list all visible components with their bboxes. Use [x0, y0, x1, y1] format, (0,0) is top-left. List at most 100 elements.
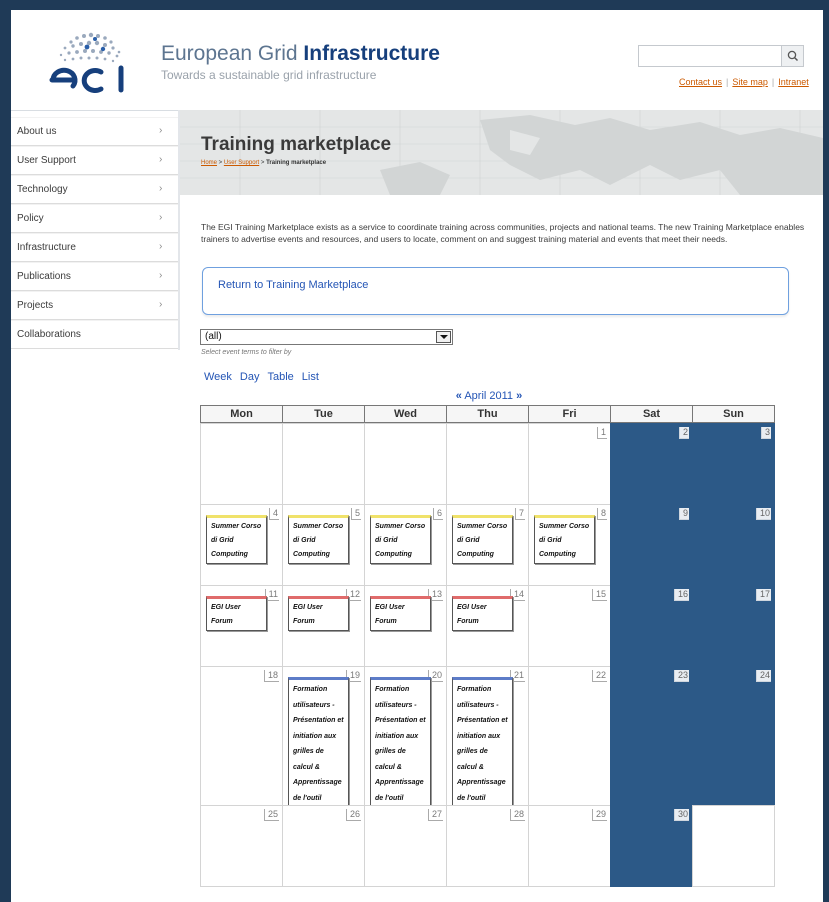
- calendar-event[interactable]: Summer Corso di Grid Computing: [452, 515, 513, 564]
- calendar-day-27[interactable]: 27: [364, 805, 447, 887]
- sidebar-item-user-support[interactable]: User Support ›: [11, 146, 178, 175]
- calendar-event[interactable]: Summer Corso di Grid Computing: [370, 515, 431, 564]
- calendar-day-19[interactable]: 19 Formation utilisateurs - Présentation …: [282, 666, 365, 824]
- calendar-day-4[interactable]: 4 Summer Corso di Grid Computing: [200, 504, 283, 586]
- month-label: April 2011: [464, 390, 514, 402]
- sidebar-item-policy[interactable]: Policy ›: [11, 204, 178, 233]
- day-number[interactable]: 10: [755, 508, 771, 520]
- day-number[interactable]: 2: [678, 427, 689, 439]
- calendar-event[interactable]: EGI User Forum: [206, 596, 267, 631]
- calendar-event[interactable]: EGI User Forum: [452, 596, 513, 631]
- day-number[interactable]: 27: [427, 809, 443, 821]
- calendar-day-6[interactable]: 6 Summer Corso di Grid Computing: [364, 504, 447, 586]
- calendar-day-16[interactable]: 16: [610, 585, 693, 667]
- day-number[interactable]: 15: [591, 589, 607, 601]
- sitemap-link[interactable]: Site map: [732, 77, 768, 87]
- day-number[interactable]: 29: [591, 809, 607, 821]
- calendar-day-1[interactable]: 1: [528, 423, 611, 505]
- calendar-event[interactable]: EGI User Forum: [288, 596, 349, 631]
- calendar-day-13[interactable]: 13 EGI User Forum: [364, 585, 447, 667]
- egi-logo[interactable]: [41, 28, 141, 98]
- day-number[interactable]: 26: [345, 809, 361, 821]
- calendar-day-9[interactable]: 9: [610, 504, 693, 586]
- calendar-day-3[interactable]: 3: [692, 423, 775, 505]
- calendar-day-8[interactable]: 8 Summer Corso di Grid Computing: [528, 504, 611, 586]
- day-number[interactable]: 25: [263, 809, 279, 821]
- day-number[interactable]: 9: [678, 508, 689, 520]
- calendar-day-28[interactable]: 28: [446, 805, 529, 887]
- search-button[interactable]: [782, 45, 804, 67]
- calendar-day-10[interactable]: 10: [692, 504, 775, 586]
- calendar-day-20[interactable]: 20 Formation utilisateurs - Présentation …: [364, 666, 447, 824]
- event-filter-select[interactable]: (all): [200, 329, 453, 345]
- view-day-link[interactable]: Day: [240, 371, 260, 383]
- sidebar-item-publications[interactable]: Publications ›: [11, 262, 178, 291]
- day-number[interactable]: 28: [509, 809, 525, 821]
- intranet-link[interactable]: Intranet: [778, 77, 809, 87]
- calendar-view-switcher: Week Day Table List: [204, 371, 327, 383]
- next-month-button[interactable]: »: [516, 390, 522, 402]
- calendar-day-18[interactable]: 18: [200, 666, 283, 806]
- calendar-day-26[interactable]: 26: [282, 805, 365, 887]
- sidebar-item-collaborations[interactable]: Collaborations: [11, 320, 178, 349]
- view-list-link[interactable]: List: [302, 371, 319, 383]
- day-number[interactable]: 16: [673, 589, 689, 601]
- calendar-day-29[interactable]: 29: [528, 805, 611, 887]
- breadcrumb-user-support[interactable]: User Support: [224, 160, 259, 166]
- sidebar-item-infrastructure[interactable]: Infrastructure ›: [11, 233, 178, 262]
- sidebar-item-projects[interactable]: Projects ›: [11, 291, 178, 320]
- month-navigation: « April 2011 »: [200, 390, 778, 402]
- calendar-event[interactable]: Formation utilisateurs - Présentation et…: [452, 677, 513, 824]
- calendar-event[interactable]: Summer Corso di Grid Computing: [206, 515, 267, 564]
- calendar-day-30[interactable]: 30: [610, 805, 693, 887]
- view-table-link[interactable]: Table: [267, 371, 293, 383]
- prev-month-button[interactable]: «: [456, 390, 462, 402]
- search-input[interactable]: [638, 45, 782, 67]
- calendar-event[interactable]: EGI User Forum: [370, 596, 431, 631]
- calendar-event[interactable]: Summer Corso di Grid Computing: [288, 515, 349, 564]
- day-number[interactable]: 6: [432, 508, 443, 520]
- day-number[interactable]: 3: [760, 427, 771, 439]
- calendar-day-17[interactable]: 17: [692, 585, 775, 667]
- calendar-day-25[interactable]: 25: [200, 805, 283, 887]
- calendar-event[interactable]: Formation utilisateurs - Présentation et…: [288, 677, 349, 824]
- day-number[interactable]: 22: [591, 670, 607, 682]
- day-number[interactable]: 1: [596, 427, 607, 439]
- day-number[interactable]: 4: [268, 508, 279, 520]
- calendar-day-2[interactable]: 2: [610, 423, 693, 505]
- return-to-marketplace-link[interactable]: Return to Training Marketplace: [218, 279, 368, 291]
- calendar-day-24[interactable]: 24: [692, 666, 775, 806]
- day-number[interactable]: 17: [755, 589, 771, 601]
- day-number[interactable]: 18: [263, 670, 279, 682]
- chevron-down-icon[interactable]: [436, 331, 451, 343]
- day-number[interactable]: 30: [673, 809, 689, 821]
- weekday-header-wed: Wed: [364, 405, 447, 423]
- breadcrumb: Home > User Support > Training marketpla…: [201, 160, 326, 166]
- day-number[interactable]: 8: [596, 508, 607, 520]
- calendar-day-22[interactable]: 22: [528, 666, 611, 806]
- sidebar-item-about-us[interactable]: About us ›: [11, 117, 178, 146]
- contact-link[interactable]: Contact us: [679, 77, 722, 87]
- calendar-day-14[interactable]: 14 EGI User Forum: [446, 585, 529, 667]
- calendar-day-21[interactable]: 21 Formation utilisateurs - Présentation …: [446, 666, 529, 824]
- site-title-light: European Grid: [161, 42, 304, 65]
- day-number[interactable]: 23: [673, 670, 689, 682]
- calendar-day-12[interactable]: 12 EGI User Forum: [282, 585, 365, 667]
- calendar-day-5[interactable]: 5 Summer Corso di Grid Computing: [282, 504, 365, 586]
- breadcrumb-home[interactable]: Home: [201, 160, 217, 166]
- day-number[interactable]: 7: [514, 508, 525, 520]
- calendar-day-7[interactable]: 7 Summer Corso di Grid Computing: [446, 504, 529, 586]
- sidebar-item-technology[interactable]: Technology ›: [11, 175, 178, 204]
- calendar-day-23[interactable]: 23: [610, 666, 693, 806]
- calendar-event[interactable]: Formation utilisateurs - Présentation et…: [370, 677, 431, 824]
- calendar-event[interactable]: Summer Corso di Grid Computing: [534, 515, 595, 564]
- view-week-link[interactable]: Week: [204, 371, 232, 383]
- weekday-header-fri: Fri: [528, 405, 611, 423]
- sidebar-item-label: Collaborations: [17, 329, 81, 340]
- day-number[interactable]: 24: [755, 670, 771, 682]
- day-number[interactable]: 5: [350, 508, 361, 520]
- site-title-bold: Infrastructure: [303, 42, 440, 65]
- calendar-day-15[interactable]: 15: [528, 585, 611, 667]
- site-title: European Grid Infrastructure: [161, 42, 440, 66]
- calendar-day-11[interactable]: 11 EGI User Forum: [200, 585, 283, 667]
